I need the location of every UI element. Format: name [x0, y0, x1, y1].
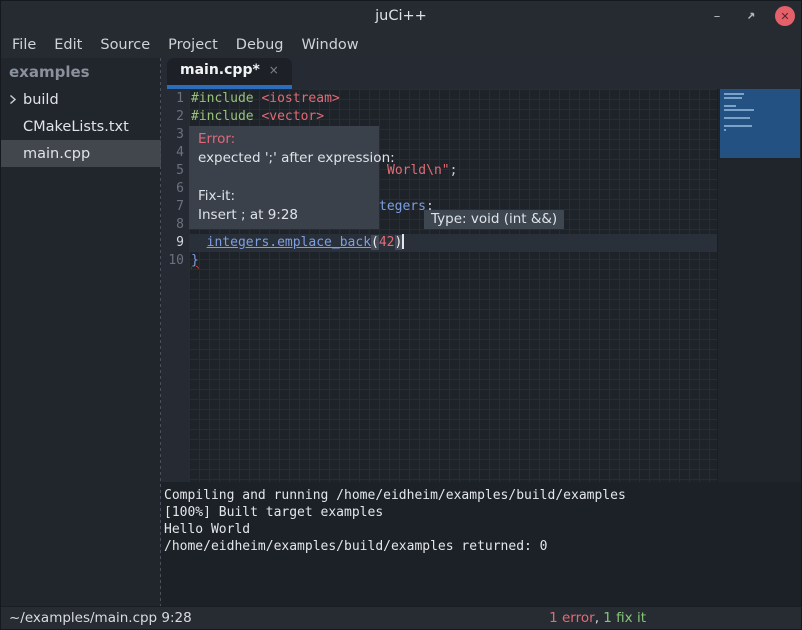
minimap-code-line: [724, 105, 736, 107]
menu-edit[interactable]: Edit: [45, 34, 91, 56]
code-token: ): [395, 235, 403, 250]
statusbar: ~/examples/main.cpp 9:28 1 error, 1 fix …: [1, 606, 801, 629]
tabbar: main.cpp* ×: [161, 58, 801, 89]
menubar: FileEditSourceProjectDebugWindow: [1, 31, 801, 58]
error-tooltip: Error: expected ';' after expression: Fi…: [189, 126, 379, 229]
tree-item-main-cpp[interactable]: main.cpp: [1, 140, 161, 167]
code-token: #include: [191, 91, 261, 106]
chevron-right-icon[interactable]: [1, 94, 23, 105]
line-number: 10: [161, 252, 189, 270]
line-number: 8: [161, 216, 189, 234]
tab-label: main.cpp*: [180, 62, 260, 78]
minimap-code-line: [724, 109, 754, 111]
status-file-location: ~/examples/main.cpp 9:28: [1, 610, 192, 626]
tree-item-label: CMakeLists.txt: [23, 119, 129, 135]
minimize-button[interactable]: –: [707, 6, 727, 26]
restore-icon: [746, 11, 756, 21]
line-number-gutter: 12345678910: [161, 89, 189, 482]
code-token: 42: [379, 235, 395, 250]
menu-source[interactable]: Source: [91, 34, 159, 56]
fixit-tooltip-title: Fix-it:: [198, 187, 370, 206]
text-cursor: [402, 234, 404, 249]
tab-close-icon[interactable]: ×: [269, 64, 279, 76]
menu-window[interactable]: Window: [292, 34, 367, 56]
titlebar: juCi++: [1, 1, 801, 31]
line-number: 5: [161, 162, 189, 180]
minimap[interactable]: [717, 89, 801, 482]
line-number: 7: [161, 198, 189, 216]
fixit-tooltip-text: Insert ; at 9:28: [198, 206, 370, 225]
line-number: 9: [161, 234, 189, 252]
tree-item-label: build: [23, 92, 59, 108]
tree-item-label: main.cpp: [23, 146, 90, 162]
status-separator: ,: [595, 610, 604, 626]
code-token: <vector>: [261, 109, 324, 124]
minimap-code-line: [724, 93, 744, 95]
minimap-viewport[interactable]: [720, 89, 800, 158]
code-line-2: #include <vector>: [189, 108, 719, 126]
minimap-code-line: [724, 117, 750, 119]
file-tree: build CMakeLists.txt main.cpp: [1, 86, 161, 167]
restore-button[interactable]: [741, 6, 761, 26]
terminal-line: /home/eidheim/examples/build/examples re…: [164, 538, 801, 555]
code-line-1: #include <iostream>: [189, 90, 719, 108]
terminal-output[interactable]: Compiling and running /home/eidheim/exam…: [161, 482, 801, 606]
menu-file[interactable]: File: [3, 34, 45, 56]
project-name: examples: [1, 58, 161, 86]
code-line-9: integers.emplace_back(42): [189, 234, 719, 252]
juci-window: juCi++: [0, 0, 802, 630]
tab-main-cpp[interactable]: main.cpp* ×: [167, 58, 292, 89]
code-token: [191, 235, 207, 250]
minimap-code-line: [724, 129, 726, 131]
tree-item-build[interactable]: build: [1, 86, 161, 113]
menu-debug[interactable]: Debug: [227, 34, 293, 56]
close-button[interactable]: ✕: [775, 6, 795, 26]
code-token: <iostream>: [261, 91, 339, 106]
code-token: }: [191, 253, 199, 268]
line-number: 1: [161, 90, 189, 108]
type-tooltip: Type: void (int &&): [424, 210, 564, 229]
file-tree-sidebar: examples build CMakeLists.txt main.cpp: [1, 58, 161, 606]
line-number: 2: [161, 108, 189, 126]
editor-pane: 12345678910 #include <iostream>#include …: [161, 89, 801, 482]
code-token: World\n": [387, 163, 450, 178]
pane-separator[interactable]: [160, 58, 161, 606]
code-area[interactable]: #include <iostream>#include <vector>Worl…: [189, 89, 719, 482]
menu-project[interactable]: Project: [159, 34, 227, 56]
terminal-line: Hello World: [164, 521, 801, 538]
tree-item-cmakelists-txt[interactable]: CMakeLists.txt: [1, 113, 161, 140]
code-token: ;: [450, 163, 458, 178]
terminal-line: [100%] Built target examples: [164, 504, 801, 521]
close-icon: ✕: [780, 10, 789, 23]
status-diagnostics: 1 error, 1 fix it: [549, 610, 646, 626]
status-fixit-count: 1 fix it: [603, 610, 646, 626]
code-token: integers.emplace_back: [207, 235, 371, 250]
code-token: #include: [191, 109, 261, 124]
window-title: juCi++: [375, 8, 427, 24]
line-number: 6: [161, 180, 189, 198]
minimap-code-line: [724, 97, 742, 99]
code-line-10: }: [189, 252, 719, 270]
error-tooltip-spacer: [198, 168, 370, 187]
line-number: 3: [161, 126, 189, 144]
terminal-line: Compiling and running /home/eidheim/exam…: [164, 487, 801, 504]
error-tooltip-message: expected ';' after expression:: [198, 149, 370, 168]
error-tooltip-title: Error:: [198, 130, 370, 149]
status-error-count: 1 error: [549, 610, 595, 626]
code-token: (: [371, 235, 379, 250]
minimap-code-line: [724, 125, 752, 127]
line-number: 4: [161, 144, 189, 162]
minimize-icon: –: [714, 9, 721, 24]
code-token: tegers: [379, 199, 426, 214]
editor-column: main.cpp* × 12345678910 #include <iostre…: [161, 58, 801, 606]
